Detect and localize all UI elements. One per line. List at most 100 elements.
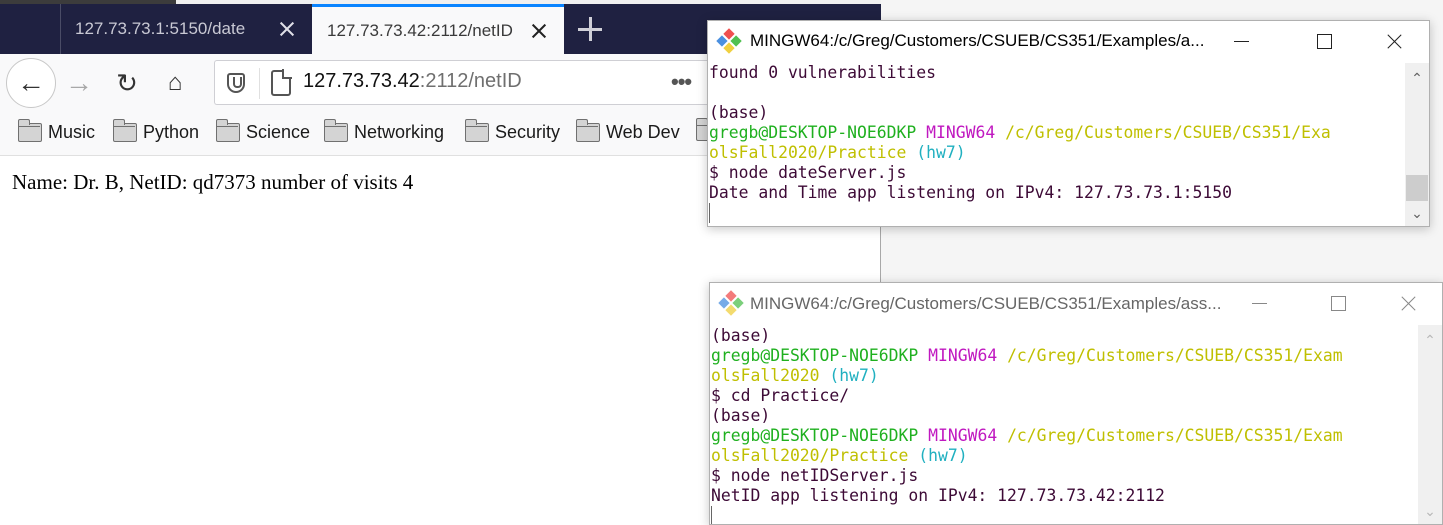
scrollbar-thumb[interactable] xyxy=(1406,175,1428,201)
scroll-up-arrow-icon[interactable]: ⌃ xyxy=(1418,329,1442,351)
bookmark-label: Music xyxy=(48,122,96,142)
terminal-titlebar[interactable]: MINGW64:/c/Greg/Customers/CSUEB/CS351/Ex… xyxy=(710,283,1442,323)
bookmark-folder-networking[interactable]: Networking xyxy=(323,119,445,143)
bookmark-label: Python xyxy=(143,122,200,142)
folder-icon xyxy=(215,119,240,142)
terminal-text-segment: gregb@DESKTOP-NOE6DKP xyxy=(709,123,927,142)
tab-title: 127.73.73.1:5150/date xyxy=(75,19,246,38)
terminal-window-netid-server[interactable]: MINGW64:/c/Greg/Customers/CSUEB/CS351/Ex… xyxy=(709,282,1443,525)
terminal-text-segment: /c/Greg/Customers/CSUEB/CS351/Exam xyxy=(1007,346,1343,365)
bookmark-label: Science xyxy=(246,122,311,142)
bookmark-folder-music[interactable]: Music xyxy=(17,119,96,143)
forward-button[interactable]: → xyxy=(62,66,96,100)
close-tab-icon[interactable] xyxy=(528,20,550,42)
vertical-scrollbar[interactable]: ⌃ ⌄ xyxy=(1405,63,1429,226)
minimize-button[interactable] xyxy=(1218,21,1264,61)
maximize-button[interactable] xyxy=(1315,283,1361,323)
terminal-text-segment: $ cd Practice/ xyxy=(711,386,850,405)
terminal-text-segment: (hw7) xyxy=(916,143,966,162)
terminal-text-segment: (base) xyxy=(711,326,771,345)
terminal-window-date-server[interactable]: MINGW64:/c/Greg/Customers/CSUEB/CS351/Ex… xyxy=(707,20,1430,227)
page-info-icon[interactable] xyxy=(271,69,292,96)
terminal-text-segment: (base) xyxy=(711,406,771,425)
bookmark-label: Networking xyxy=(354,122,445,142)
url-path: :2112/netID xyxy=(419,70,522,92)
terminal-text-segment: olsFall2020/Practice xyxy=(709,143,917,162)
bookmark-label: Web Dev xyxy=(606,122,680,142)
maximize-button[interactable] xyxy=(1301,21,1347,61)
terminal-text-segment: (base) xyxy=(709,103,769,122)
terminal-line: NetID app listening on IPv4: 127.73.73.4… xyxy=(711,486,1416,506)
terminal-line: gregb@DESKTOP-NOE6DKP MINGW64 /c/Greg/Cu… xyxy=(709,123,1404,143)
terminal-text-segment: olsFall2020/Practice xyxy=(711,446,919,465)
folder-icon xyxy=(575,119,600,142)
bookmark-folder-python[interactable]: Python xyxy=(112,119,200,143)
terminal-text-segment: /c/Greg/Customers/CSUEB/CS351/Exam xyxy=(1007,426,1343,445)
home-button[interactable]: ⌂ xyxy=(158,66,192,100)
git-bash-icon xyxy=(718,290,744,316)
forward-arrow-icon: → xyxy=(65,67,93,98)
bookmark-folder-web-dev[interactable]: Web Dev xyxy=(575,119,680,143)
folder-icon xyxy=(323,119,348,142)
bookmark-folder-security[interactable]: Security xyxy=(464,119,561,143)
terminal-line: (base) xyxy=(711,326,1416,346)
vertical-scrollbar[interactable]: ⌃ ⌄ xyxy=(1418,325,1442,524)
terminal-titlebar[interactable]: MINGW64:/c/Greg/Customers/CSUEB/CS351/Ex… xyxy=(708,21,1429,61)
terminal-output[interactable]: found 0 vulnerabilities (base) gregb@DESKT… xyxy=(709,63,1404,225)
terminal-title: MINGW64:/c/Greg/Customers/CSUEB/CS351/Ex… xyxy=(750,294,1222,313)
terminal-line: (base) xyxy=(711,406,1416,426)
close-tab-icon[interactable] xyxy=(276,18,298,40)
back-button[interactable]: ← xyxy=(6,58,56,108)
close-window-button[interactable] xyxy=(1386,283,1432,323)
scroll-up-arrow-icon[interactable]: ⌃ xyxy=(1405,67,1429,89)
scroll-down-arrow-icon[interactable]: ⌄ xyxy=(1418,500,1442,522)
reload-icon: ↻ xyxy=(116,67,138,98)
terminal-text-segment: NetID app listening on IPv4: 127.73.73.4… xyxy=(711,486,1165,505)
tab-date[interactable]: 127.73.73.1:5150/date xyxy=(60,4,312,54)
terminal-text-segment: MINGW64 xyxy=(928,346,1008,365)
scroll-down-arrow-icon[interactable]: ⌄ xyxy=(1405,202,1429,224)
terminal-text-segment: gregb@DESKTOP-NOE6DKP xyxy=(711,346,929,365)
terminal-text-segment: gregb@DESKTOP-NOE6DKP xyxy=(711,426,929,445)
git-bash-icon xyxy=(716,28,742,54)
folder-icon xyxy=(464,119,489,142)
terminal-text-segment: (hw7) xyxy=(829,366,879,385)
page-actions-menu-button[interactable]: ••• xyxy=(671,69,692,95)
terminal-title: MINGW64:/c/Greg/Customers/CSUEB/CS351/Ex… xyxy=(750,31,1205,50)
folder-icon xyxy=(17,119,42,142)
tab-netid[interactable]: 127.73.73.42:2112/netID xyxy=(312,4,564,54)
terminal-prompt-cursor[interactable] xyxy=(709,203,1404,223)
terminal-line: olsFall2020 (hw7) xyxy=(711,366,1416,386)
reload-button[interactable]: ↻ xyxy=(110,66,144,100)
terminal-text-segment: $ node dateServer.js xyxy=(709,163,907,182)
terminal-text-segment: MINGW64 xyxy=(926,123,1006,142)
new-tab-button[interactable] xyxy=(576,14,606,44)
close-window-button[interactable] xyxy=(1372,21,1418,61)
terminal-line: found 0 vulnerabilities xyxy=(709,63,1404,83)
bookmark-folder-science[interactable]: Science xyxy=(215,119,311,143)
terminal-line: $ cd Practice/ xyxy=(711,386,1416,406)
terminal-line: olsFall2020/Practice (hw7) xyxy=(709,143,1404,163)
terminal-text-segment: /c/Greg/Customers/CSUEB/CS351/Exa xyxy=(1005,123,1331,142)
minimize-button[interactable] xyxy=(1236,283,1282,323)
terminal-output[interactable]: (base) gregb@DESKTOP-NOE6DKP MINGW64 /c/G… xyxy=(711,326,1416,524)
terminal-line: Date and Time app listening on IPv4: 127… xyxy=(709,183,1404,203)
terminal-text-segment: MINGW64 xyxy=(928,426,1008,445)
terminal-line: (base) xyxy=(709,103,1404,123)
terminal-text-segment: olsFall2020 xyxy=(711,366,830,385)
terminal-text-segment: $ node netIDServer.js xyxy=(711,466,919,485)
tracking-protection-shield-icon[interactable] xyxy=(227,73,245,93)
divider xyxy=(259,68,260,99)
terminal-line: $ node netIDServer.js xyxy=(711,466,1416,486)
url-text[interactable]: 127.73.73.42:2112/netID xyxy=(303,70,522,93)
terminal-line: gregb@DESKTOP-NOE6DKP MINGW64 /c/Greg/Cu… xyxy=(711,346,1416,366)
url-host: 127.73.73.42 xyxy=(303,70,420,92)
terminal-text-segment: Date and Time app listening on IPv4: 127… xyxy=(709,183,1233,202)
terminal-text-segment: (hw7) xyxy=(918,446,968,465)
terminal-text-segment: found 0 vulnerabilities xyxy=(709,63,936,82)
back-arrow-icon: ← xyxy=(17,67,45,98)
bookmark-label: Security xyxy=(495,122,561,142)
terminal-prompt-cursor[interactable] xyxy=(711,506,1416,524)
home-icon: ⌂ xyxy=(167,69,183,96)
